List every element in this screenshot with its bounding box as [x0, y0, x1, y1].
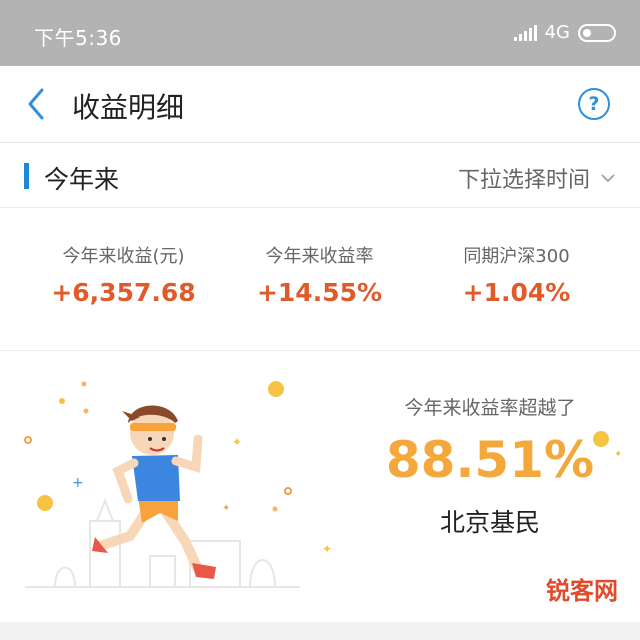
status-bar: 下午5:36 4G [0, 0, 640, 66]
chevron-down-icon [601, 174, 615, 183]
beat-rate-label: 今年来收益率超越了 [404, 397, 576, 419]
status-icons: 4G [513, 22, 616, 43]
stat-value: +1.04% [462, 278, 571, 307]
svg-text:+: + [72, 475, 84, 491]
period-header: 今年来 下拉选择时间 [0, 143, 640, 208]
stat-ytd-return-rate: 今年来收益率 +14.55% [213, 242, 426, 307]
stat-label: 同期沪深300 [463, 246, 570, 267]
nav-bar: 收益明细 ? [0, 66, 640, 143]
section-accent-bar [24, 163, 29, 189]
stat-value: +6,357.68 [51, 278, 196, 307]
stat-ytd-profit: 今年来收益(元) +6,357.68 [17, 242, 230, 307]
watermark-char: 网 [594, 577, 618, 605]
beat-rate-caption: 北京基民 [439, 508, 540, 537]
period-dropdown[interactable]: 下拉选择时间 [458, 162, 616, 194]
stat-label: 今年来收益(元) [62, 246, 185, 267]
back-button[interactable] [22, 86, 54, 122]
signal-icon [513, 24, 537, 41]
network-type: 4G [544, 22, 570, 43]
watermark-char: 客 [570, 577, 594, 605]
period-title: 今年来 [44, 165, 120, 194]
watermark-logo: 锐客网 [546, 571, 618, 606]
stat-label: 今年来收益率 [265, 246, 374, 267]
back-arrow-icon [28, 88, 44, 120]
svg-text:✦: ✦ [322, 542, 332, 556]
svg-text:✦: ✦ [232, 435, 242, 449]
svg-text:✦: ✦ [614, 449, 622, 460]
stat-value: +14.55% [256, 278, 383, 307]
help-icon[interactable]: ? [578, 88, 610, 120]
watermark-char: 锐 [546, 577, 570, 605]
stat-benchmark: 同期沪深300 +1.04% [410, 242, 623, 307]
status-time: 下午5:36 [34, 26, 122, 50]
dropdown-label: 下拉选择时间 [457, 168, 590, 193]
battery-icon [578, 23, 616, 42]
coin-icon: ✦ [593, 431, 622, 460]
ranking-card: + ✦ ✦ ✦ 今年来收益率超越了 88.51% 北京基民 ✦ 锐客网 [0, 351, 640, 622]
stats-row: 今年来收益(元) +6,357.68 今年来收益率 +14.55% 同期沪深30… [0, 208, 640, 351]
page-title: 收益明细 [72, 91, 185, 124]
runner-illustration: + ✦ ✦ ✦ [24, 381, 332, 588]
svg-text:✦: ✦ [222, 503, 230, 514]
